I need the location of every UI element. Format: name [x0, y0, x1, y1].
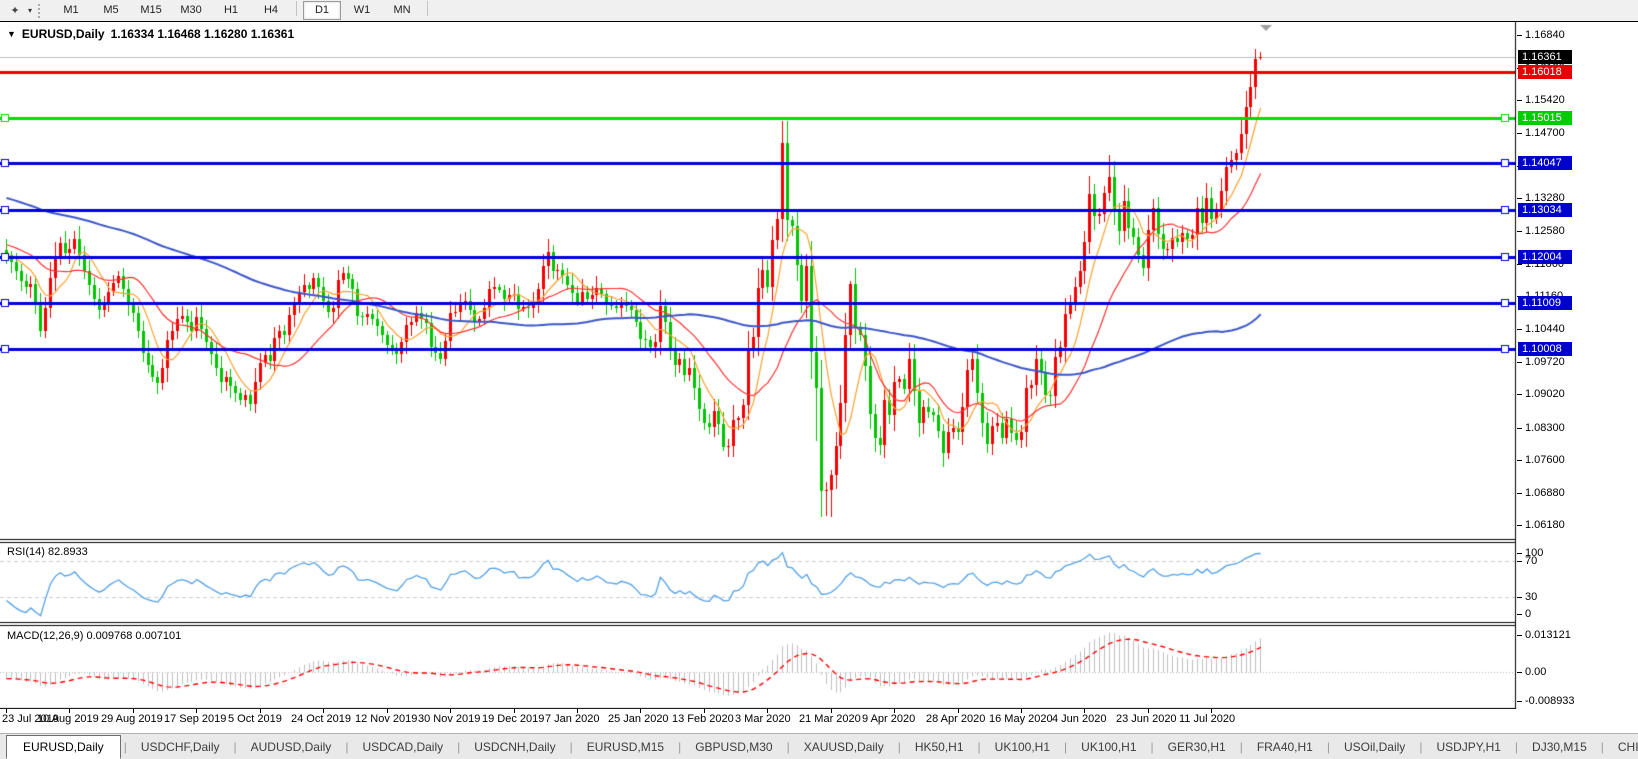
- price-axis-tick: 1.07600: [1517, 453, 1565, 467]
- timeframe-button-h1[interactable]: H1: [212, 1, 250, 20]
- chart-tab-uk100-h1[interactable]: UK100,H1: [982, 736, 1063, 758]
- timeframe-button-d1[interactable]: D1: [303, 1, 341, 20]
- chart-tab-bar: EURUSD,Daily|USDCHF,Daily|AUDUSD,Daily|U…: [0, 733, 1638, 759]
- macd-axis-label: 0.013121: [1517, 628, 1571, 642]
- timeframe-buttons: M1M5M15M30H1H4 D1W1MN: [51, 1, 433, 20]
- timeframe-button-m5[interactable]: M5: [92, 1, 130, 20]
- cursor-tool-icon[interactable]: ✦: [2, 2, 28, 19]
- chart-tab-gbpusd-m30[interactable]: GBPUSD,M30: [682, 736, 785, 758]
- date-axis-label: 24 Oct 2019: [291, 713, 351, 725]
- price-badge-1.16361: 1.16361: [1518, 50, 1572, 64]
- timeframe-toolbar: ✦ ▾ M1M5M15M30H1H4 D1W1MN: [0, 0, 1638, 22]
- timeframe-button-m1[interactable]: M1: [52, 1, 90, 20]
- price-axis-tick: 1.09020: [1517, 387, 1565, 401]
- chart-window: ▼ EURUSD,Daily 1.16334 1.16468 1.16280 1…: [0, 21, 1638, 734]
- price-axis-tick: 1.15420: [1517, 93, 1565, 107]
- rsi-axis-label: 30: [1517, 590, 1537, 604]
- price-chart-canvas[interactable]: [0, 22, 1517, 709]
- date-axis-label: 7 Jan 2020: [545, 713, 599, 725]
- date-axis-label: 17 Sep 2019: [164, 713, 226, 725]
- chart-tab-hk50-h1[interactable]: HK50,H1: [902, 736, 977, 758]
- date-axis-label: 11 Jul 2020: [1179, 713, 1235, 725]
- chart-tab-uk100-h1[interactable]: UK100,H1: [1068, 736, 1149, 758]
- price-axis-tick: 1.08300: [1517, 421, 1565, 435]
- chart-ohlc-values: 1.16334 1.16468 1.16280 1.16361: [111, 27, 295, 41]
- chart-tab-china300-h4[interactable]: CHINA300,H4: [1605, 736, 1638, 758]
- date-axis-label: 21 Mar 2020: [799, 713, 861, 725]
- date-axis-label: 4 Jun 2020: [1052, 713, 1106, 725]
- price-badge-1.10008: 1.10008: [1518, 342, 1572, 356]
- price-axis-tick: 1.06180: [1517, 518, 1565, 532]
- symbol-dropdown-icon[interactable]: ▼: [7, 29, 16, 39]
- rsi-axis-label: 0: [1517, 607, 1531, 621]
- timeframe-button-m30[interactable]: M30: [172, 1, 210, 20]
- date-axis-label: 12 Nov 2019: [355, 713, 417, 725]
- timeframe-button-m15[interactable]: M15: [132, 1, 170, 20]
- date-axis-label: 13 Feb 2020: [672, 713, 734, 725]
- price-axis[interactable]: 1.168401.161201.154201.147001.139801.132…: [1517, 22, 1638, 734]
- chart-tab-usdcnh-daily[interactable]: USDCNH,Daily: [461, 736, 568, 758]
- date-axis-label: 9 Apr 2020: [862, 713, 915, 725]
- price-badge-1.13034: 1.13034: [1518, 203, 1572, 217]
- date-axis-label: 29 Aug 2019: [101, 713, 163, 725]
- chevron-down-icon[interactable]: ▾: [28, 6, 32, 15]
- chart-tabs: EURUSD,Daily|USDCHF,Daily|AUDUSD,Daily|U…: [0, 735, 1638, 759]
- price-axis-tick: 1.16840: [1517, 28, 1565, 42]
- chart-tab-ger30-h1[interactable]: GER30,H1: [1155, 736, 1239, 758]
- macd-indicator-label: MACD(12,26,9) 0.009768 0.007101: [7, 630, 181, 642]
- toolbar-grip-handle[interactable]: [38, 4, 45, 18]
- trading-platform-window: ✦ ▾ M1M5M15M30H1H4 D1W1MN ▼ EURUSD,Daily …: [0, 0, 1638, 759]
- date-axis-label: 5 Oct 2019: [228, 713, 282, 725]
- chart-tab-usdchf-daily[interactable]: USDCHF,Daily: [128, 736, 233, 758]
- timeframe-button-h4[interactable]: H4: [252, 1, 290, 20]
- price-badge-1.12004: 1.12004: [1518, 250, 1572, 264]
- chart-symbol-label: EURUSD,Daily: [22, 27, 105, 41]
- rsi-indicator-label: RSI(14) 82.8933: [7, 546, 88, 558]
- toolbar-separator: [427, 1, 428, 16]
- date-axis-label: 19 Dec 2019: [482, 713, 544, 725]
- price-badge-1.14047: 1.14047: [1518, 156, 1572, 170]
- rsi-axis-label: 70: [1517, 554, 1537, 568]
- price-axis-tick: 1.12580: [1517, 224, 1565, 238]
- date-axis-label: 23 Jun 2020: [1116, 713, 1177, 725]
- chart-tab-audusd-daily[interactable]: AUDUSD,Daily: [238, 736, 345, 758]
- macd-axis-label: 0.00: [1517, 665, 1546, 679]
- date-axis[interactable]: 23 Jul 201910 Aug 201929 Aug 201917 Sep …: [0, 709, 1517, 734]
- price-axis-tick: 1.09720: [1517, 355, 1565, 369]
- chart-tab-fra40-h1[interactable]: FRA40,H1: [1244, 736, 1326, 758]
- chart-tab-eurusd-m15[interactable]: EURUSD,M15: [574, 736, 677, 758]
- date-axis-label: 28 Apr 2020: [926, 713, 985, 725]
- chart-tab-dj30-m15[interactable]: DJ30,M15: [1519, 736, 1600, 758]
- chart-tab-eurusd-daily[interactable]: EURUSD,Daily: [6, 735, 121, 759]
- date-axis-label: 16 May 2020: [989, 713, 1053, 725]
- macd-axis-label: -0.008933: [1517, 694, 1575, 708]
- chart-tab-xauusd-daily[interactable]: XAUUSD,Daily: [791, 736, 897, 758]
- price-badge-1.16018: 1.16018: [1518, 65, 1572, 79]
- date-axis-label: 10 Aug 2019: [37, 713, 99, 725]
- price-axis-tick: 1.06880: [1517, 486, 1565, 500]
- price-badge-1.11009: 1.11009: [1518, 296, 1572, 310]
- chart-title: ▼ EURUSD,Daily 1.16334 1.16468 1.16280 1…: [7, 27, 294, 41]
- date-axis-label: 3 Mar 2020: [735, 713, 791, 725]
- date-axis-label: 30 Nov 2019: [418, 713, 480, 725]
- price-axis-tick: 1.14700: [1517, 126, 1565, 140]
- chart-tab-usdcad-daily[interactable]: USDCAD,Daily: [349, 736, 456, 758]
- toolbar-separator: [296, 1, 297, 16]
- date-axis-label: 25 Jan 2020: [608, 713, 669, 725]
- chart-tab-usdjpy-h1[interactable]: USDJPY,H1: [1423, 736, 1513, 758]
- chart-tab-usoil-daily[interactable]: USOil,Daily: [1331, 736, 1418, 758]
- timeframe-button-w1[interactable]: W1: [343, 1, 381, 20]
- price-badge-1.15015: 1.15015: [1518, 111, 1572, 125]
- price-axis-tick: 1.10440: [1517, 322, 1565, 336]
- timeframe-button-mn[interactable]: MN: [383, 1, 421, 20]
